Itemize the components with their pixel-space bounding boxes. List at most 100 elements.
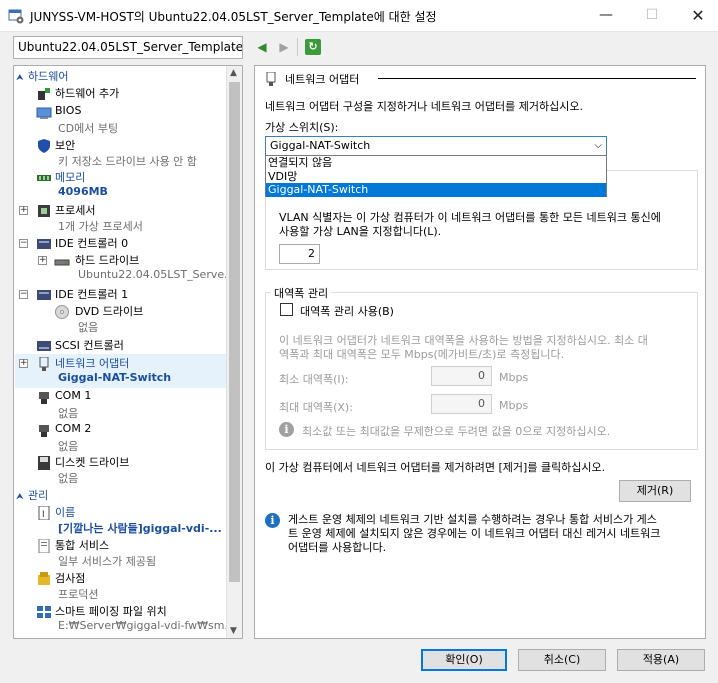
switch-option-selected[interactable]: Giggal-NAT-Switch (266, 183, 606, 197)
expand-icon[interactable]: + (38, 256, 47, 265)
tree-item-label: DVD 드라이브 (75, 305, 144, 318)
collapse-chevron-icon: ⮝ (16, 492, 24, 502)
forward-arrow-icon[interactable]: ▶ (276, 39, 292, 55)
section-hardware-label: 하드웨어 (28, 70, 69, 83)
virtual-switch-value: Giggal-NAT-Switch (270, 139, 371, 152)
expand-icon[interactable]: + (19, 359, 28, 368)
settings-tree[interactable]: ⮝ 하드웨어 하드웨어 추가 BIOS CD에서 부팅 보안 키 저장소 드라이브… (13, 65, 243, 639)
scrollbar-thumb[interactable] (229, 82, 240, 582)
maximize-button[interactable]: ☐ (629, 0, 675, 31)
panel-heading: 네트워크 어댑터 (285, 73, 360, 86)
com-port-icon (39, 392, 49, 404)
max-bandwidth-unit: Mbps (499, 399, 529, 412)
tree-item-label: 스마트 페이징 파일 위치 (55, 605, 167, 618)
add-hardware-icon (38, 88, 50, 100)
settings-app-icon (8, 9, 24, 24)
section-management-label: 관리 (28, 489, 49, 502)
tree-item-detail: 키 저장소 드라이브 사용 안 함 (58, 155, 197, 168)
tree-item-detail: 일부 서비스가 제공됨 (58, 555, 157, 568)
tree-item-detail: 없음 (58, 407, 79, 420)
tree-scrollbar[interactable]: ▲ ▼ (226, 66, 242, 638)
ide-controller-icon (37, 290, 51, 300)
guest-info-line-3: 어댑터를 사용합니다. (288, 541, 387, 554)
tree-item-label: 보안 (55, 139, 76, 152)
tree-item-label: COM 2 (55, 422, 92, 435)
tree-item-detail: 없음 (58, 472, 79, 485)
section-management[interactable]: ⮝ 관리 (16, 487, 226, 503)
window-title: JUNYSS-VM-HOST의 Ubuntu22.04.05LST_Server… (30, 10, 437, 24)
remove-description: 이 가상 컴퓨터에서 네트워크 어댑터를 제거하려면 [제거]를 클릭하십시오. (265, 461, 606, 474)
scroll-down-icon[interactable]: ▼ (230, 626, 237, 636)
shield-icon (38, 139, 50, 153)
tree-item-detail: 프로덕션 (58, 588, 99, 601)
tree-item-detail: [기깔나는 사람들]giggal-vdi-... (58, 522, 222, 535)
vm-select-value: Ubuntu22.04.05LST_Server_Template (18, 40, 243, 54)
processor-icon (38, 205, 50, 217)
expand-icon[interactable]: + (19, 206, 28, 215)
tree-item-detail: 1개 가상 프로세서 (58, 220, 143, 233)
apply-button[interactable]: 적용(A) (617, 649, 705, 671)
com-port-icon (39, 425, 49, 437)
min-bandwidth-input[interactable]: 0 (431, 366, 492, 386)
chevron-down-icon: ⌵ (230, 42, 238, 53)
tree-item-detail: Ubuntu22.04.05LST_Serve... (78, 268, 235, 281)
refresh-icon[interactable]: ↻ (305, 39, 321, 55)
smart-paging-icon (37, 606, 51, 618)
virtual-switch-select[interactable]: Giggal-NAT-Switch ⌵ (265, 136, 607, 156)
tree-item-detail: Giggal-NAT-Switch (58, 371, 172, 384)
close-button[interactable]: ✕ (675, 0, 718, 31)
tree-item-label: SCSI 컨트롤러 (55, 339, 124, 352)
virtual-switch-label: 가상 스위치(S): (265, 121, 339, 134)
tree-item-detail: CD에서 부팅 (58, 122, 119, 135)
tree-item-label: 하드웨어 추가 (55, 87, 120, 100)
title-bar: JUNYSS-VM-HOST의 Ubuntu22.04.05LST_Server… (0, 0, 718, 32)
vm-select-dropdown[interactable]: Ubuntu22.04.05LST_Server_Template ⌵ (13, 36, 243, 59)
hard-drive-icon (54, 259, 70, 266)
min-bandwidth-label: 최소 대역폭(I): (279, 373, 349, 386)
vlan-id-input[interactable]: 2 (279, 244, 320, 264)
collapse-icon[interactable]: − (19, 290, 28, 299)
bandwidth-checkbox-label[interactable]: 대역폭 관리 사용(B) (300, 303, 394, 319)
panel-description: 네트워크 어댑터 구성을 지정하거나 네트워크 어댑터를 제거하십시오. (265, 100, 583, 113)
bios-chip-icon (36, 107, 52, 119)
tree-item-detail: E:₩Server₩giggal-vdi-fw₩sm... (58, 619, 235, 632)
min-bandwidth-unit: Mbps (499, 371, 529, 384)
info-icon: i (265, 513, 280, 528)
bandwidth-info-text: 최소값 또는 최대값을 무제한으로 두려면 값을 0으로 지정하십시오. (302, 425, 611, 438)
cancel-button[interactable]: 취소(C) (518, 649, 606, 671)
bandwidth-group-label: 대역폭 관리 (271, 285, 332, 301)
minimize-button[interactable]: — (583, 0, 629, 31)
tree-item-label: 검사점 (55, 572, 86, 585)
network-adapter-panel: 네트워크 어댑터 네트워크 어댑터 구성을 지정하거나 네트워크 어댑터를 제거… (254, 65, 706, 639)
tree-item-label: 메모리 (55, 171, 86, 184)
switch-option[interactable]: 연결되지 않음 (266, 156, 606, 170)
network-adapter-icon (266, 72, 276, 86)
section-hardware[interactable]: ⮝ 하드웨어 (16, 68, 226, 84)
tree-item-label: IDE 컨트롤러 1 (55, 288, 129, 301)
info-icon: i (279, 422, 294, 437)
scsi-controller-icon (37, 341, 51, 351)
max-bandwidth-label: 최대 대역폭(X): (279, 401, 353, 414)
collapse-icon[interactable]: − (19, 239, 28, 248)
collapse-chevron-icon: ⮝ (16, 73, 24, 83)
virtual-switch-dropdown-list[interactable]: 연결되지 않음 VDI망 Giggal-NAT-Switch (265, 155, 607, 197)
integration-services-icon (38, 539, 50, 553)
svg-text:I: I (42, 510, 45, 520)
tree-item-label: 이름 (55, 506, 76, 519)
back-arrow-icon[interactable]: ◀ (254, 39, 270, 55)
checkpoint-icon (38, 572, 50, 585)
tree-item-label: 네트워크 어댑터 (55, 357, 130, 370)
bandwidth-management-checkbox[interactable] (280, 303, 293, 316)
tree-item-label: IDE 컨트롤러 0 (55, 237, 129, 250)
tree-item-detail: 없음 (58, 440, 79, 453)
switch-option[interactable]: VDI망 (266, 170, 606, 184)
scroll-up-icon[interactable]: ▲ (230, 68, 237, 78)
heading-divider (378, 78, 696, 79)
memory-icon (37, 175, 51, 181)
remove-button[interactable]: 제거(R) (619, 480, 691, 502)
max-bandwidth-input[interactable]: 0 (431, 394, 492, 414)
dvd-disc-icon (55, 305, 69, 319)
ok-button[interactable]: 확인(O) (421, 649, 507, 671)
tree-item-label: COM 1 (55, 389, 92, 402)
tree-item-label: 프로세서 (55, 204, 96, 217)
